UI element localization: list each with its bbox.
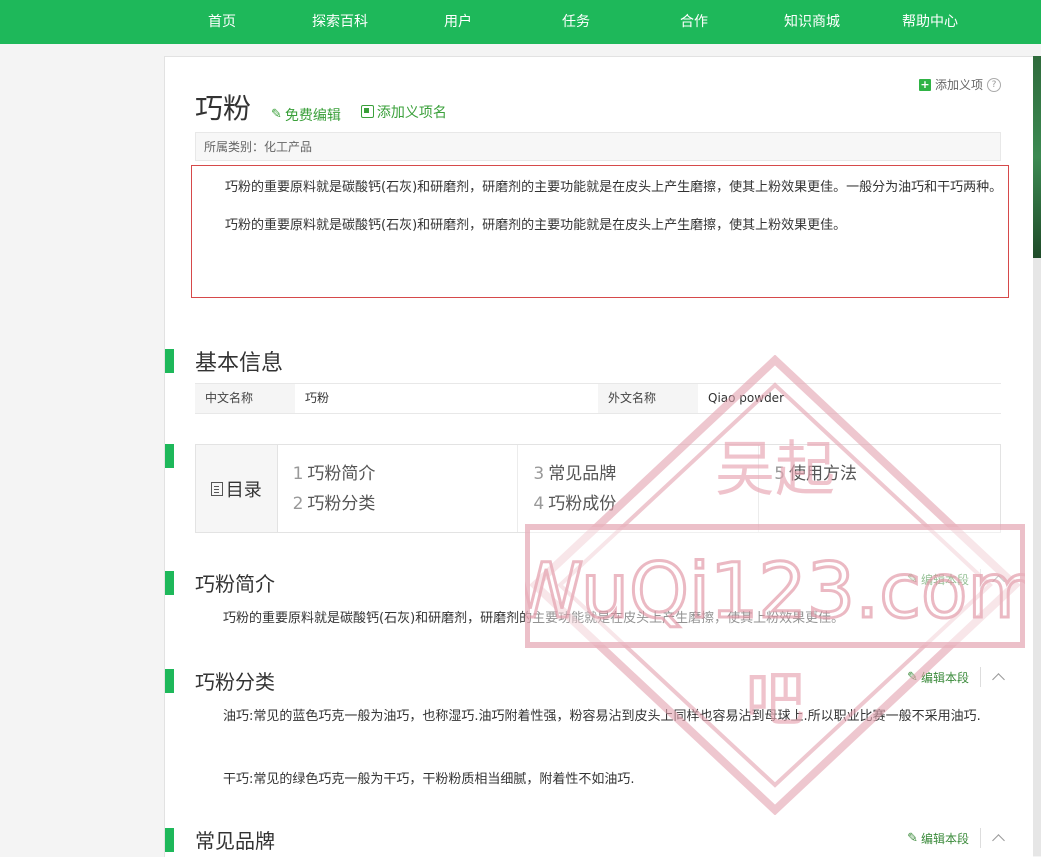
basic-info-table: 中文名称 巧粉 外文名称 Qiao powder (195, 383, 1001, 414)
edit-section-button[interactable]: 编辑本段 (921, 571, 969, 588)
edit-section-intro: ✎ 编辑本段 (907, 569, 1005, 589)
add-term-label: 添加义项 (934, 78, 983, 92)
section-basic-info: 基本信息 (165, 345, 283, 377)
edit-section-button[interactable]: 编辑本段 (921, 669, 969, 686)
free-edit-link[interactable]: ✎ 免费编辑 (271, 105, 341, 125)
section-heading: 常见品牌 (195, 829, 275, 853)
section-paragraph: 油巧:常见的蓝色巧克一般为油巧，也称湿巧.油巧附着性强，粉容易沾到皮头上同样也容… (223, 709, 981, 724)
add-sense-label: 添加义项名 (376, 104, 447, 121)
add-term-link[interactable]: + 添加义项 ? (918, 76, 1001, 93)
edit-section-brands: ✎ 编辑本段 (907, 828, 1005, 848)
plus-icon: + (918, 77, 931, 91)
info-value: Qiao powder (708, 391, 784, 405)
pencil-icon: ✎ (907, 669, 918, 685)
add-sense-link[interactable]: 添加义项名 (360, 102, 447, 122)
add-sense-icon (360, 105, 374, 118)
toc-marker-row (165, 444, 174, 468)
help-icon[interactable]: ? (987, 77, 1001, 92)
right-sidebar (1033, 56, 1041, 856)
section-heading: 巧粉分类 (195, 670, 275, 694)
toc-heading-label: 目录 (225, 479, 262, 501)
info-label: 外文名称 (598, 384, 698, 413)
edit-section-button[interactable]: 编辑本段 (921, 830, 969, 847)
section-marker (165, 668, 174, 693)
section-marker (165, 349, 174, 373)
section-heading: 基本信息 (195, 351, 284, 376)
toc-item-types[interactable]: 2 巧粉分类 (293, 489, 518, 519)
nav-help-center[interactable]: 帮助中心 (871, 0, 989, 44)
section-paragraph: 巧粉的重要原料就是碳酸钙(石灰)和研磨剂，研磨剂的主要功能就是在皮头上产生磨擦，… (223, 611, 845, 626)
toc-column: 3 常见品牌 4 巧粉成份 (518, 445, 760, 532)
divider (980, 828, 981, 848)
section-intro: 巧粉简介 (165, 568, 275, 597)
section-types: 巧粉分类 (165, 666, 275, 695)
sidebar-image (1033, 56, 1041, 258)
divider (980, 667, 981, 687)
edit-section-types: ✎ 编辑本段 (907, 667, 1005, 687)
info-value: 巧粉 (305, 391, 330, 405)
nav-cooperation[interactable]: 合作 (635, 0, 753, 44)
nav-users[interactable]: 用户 (399, 0, 517, 44)
page-title: 巧粉 (195, 92, 252, 125)
section-heading: 巧粉简介 (195, 572, 275, 596)
toc-column: 1 巧粉简介 2 巧粉分类 (278, 445, 519, 532)
article-content: + 添加义项 ? 巧粉 ✎ 免费编辑 添加义项名 所属类别：化工产品 巧粉的重要… (164, 56, 1033, 857)
nav-knowledge-store[interactable]: 知识商城 (753, 0, 871, 44)
toc-item-usage[interactable]: 5 使用方法 (774, 459, 1000, 489)
toc-heading: 目录 (196, 445, 278, 532)
nav-explore[interactable]: 探索百科 (281, 0, 399, 44)
category-bar: 所属类别：化工产品 (195, 132, 1001, 161)
pencil-icon: ✎ (907, 571, 918, 587)
section-marker (165, 444, 174, 468)
document-icon (210, 481, 223, 496)
free-edit-label: 免费编辑 (284, 107, 341, 124)
top-navigation: 首页 探索百科 用户 任务 合作 知识商城 帮助中心 (0, 0, 1041, 44)
chevron-up-icon[interactable] (992, 673, 1005, 686)
nav-tasks[interactable]: 任务 (517, 0, 635, 44)
toc-column: 5 使用方法 (759, 445, 1000, 532)
pencil-icon: ✎ (271, 107, 282, 122)
toc-item-intro[interactable]: 1 巧粉简介 (293, 459, 518, 489)
section-marker (165, 570, 174, 595)
section-marker (165, 827, 174, 852)
summary-paragraph: 巧粉的重要原料就是碳酸钙(石灰)和研磨剂，研磨剂的主要功能就是在皮头上产生磨擦，… (225, 180, 1003, 195)
section-brands: 常见品牌 (165, 825, 275, 854)
info-label: 中文名称 (195, 384, 295, 413)
nav-home[interactable]: 首页 (163, 0, 281, 44)
summary-box: 巧粉的重要原料就是碳酸钙(石灰)和研磨剂，研磨剂的主要功能就是在皮头上产生磨擦，… (191, 165, 1009, 298)
table-of-contents: 目录 1 巧粉简介 2 巧粉分类 3 常见品牌 4 巧粉成份 5 使用方法 (195, 444, 1001, 533)
pencil-icon: ✎ (907, 830, 918, 846)
section-paragraph: 干巧:常见的绿色巧克一般为干巧，干粉粉质相当细腻，附着性不如油巧. (223, 772, 635, 787)
title-row: 巧粉 ✎ 免费编辑 添加义项名 (195, 87, 447, 127)
toc-item-brands[interactable]: 3 常见品牌 (533, 459, 758, 489)
toc-item-ingredients[interactable]: 4 巧粉成份 (533, 489, 758, 519)
summary-paragraph: 巧粉的重要原料就是碳酸钙(石灰)和研磨剂，研磨剂的主要功能就是在皮头上产生磨擦，… (225, 218, 847, 233)
chevron-up-icon[interactable] (992, 575, 1005, 588)
divider (980, 569, 981, 589)
chevron-up-icon[interactable] (992, 834, 1005, 847)
